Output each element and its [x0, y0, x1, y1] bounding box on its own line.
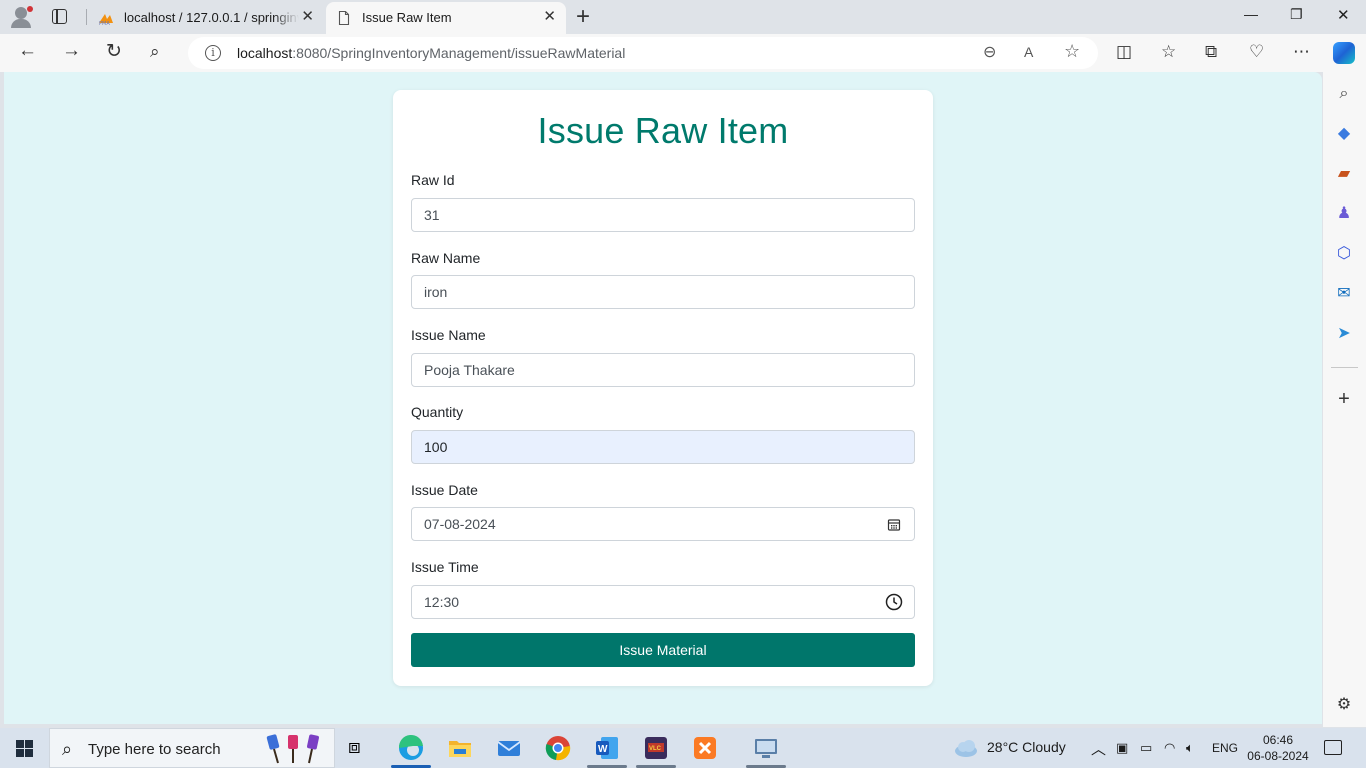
show-hidden-icons-chevron-icon[interactable]: ︿ — [1091, 738, 1106, 759]
issue-date-value: 07-08-2024 — [424, 516, 496, 532]
volume-icon[interactable]: 🔈︎ — [1186, 740, 1194, 756]
raw-id-value: 31 — [424, 207, 440, 223]
address-bar[interactable]: i localhost:8080/SpringInventoryManageme… — [188, 37, 1098, 69]
read-aloud-icon[interactable]: A — [1024, 44, 1033, 60]
battery-icon[interactable]: ▭ — [1140, 740, 1152, 756]
sidebar-search-icon[interactable]: ⌕ — [1335, 85, 1353, 103]
cloudy-weather-icon[interactable] — [953, 735, 979, 763]
sidebar-divider — [1331, 367, 1358, 368]
shopping-tag-icon[interactable]: ◆ — [1335, 125, 1353, 143]
issue-time-label: Issue Time — [411, 559, 479, 575]
clock-time: 06:46 — [1262, 733, 1294, 747]
site-info-icon[interactable]: i — [205, 45, 221, 61]
tab-separator — [86, 9, 87, 25]
remote-desktop-icon[interactable] — [752, 734, 780, 762]
restore-icon[interactable]: ❐ — [1290, 6, 1303, 23]
tab-title: Issue Raw Item — [362, 10, 452, 25]
weather-text[interactable]: 28°C Cloudy — [987, 739, 1066, 755]
raw-name-input[interactable]: iron — [411, 275, 915, 309]
svg-text:W: W — [598, 744, 608, 755]
issue-date-label: Issue Date — [411, 482, 478, 498]
issue-time-value: 12:30 — [424, 594, 460, 610]
copilot-icon[interactable] — [1333, 42, 1355, 64]
edge-browser-icon[interactable] — [397, 734, 425, 762]
more-menu-icon[interactable]: ⋯ — [1293, 42, 1310, 62]
tab-issue-raw-item[interactable]: Issue Raw Item ✕ — [326, 2, 566, 34]
favorites-icon[interactable]: ☆ — [1161, 42, 1176, 62]
quantity-label: Quantity — [411, 404, 464, 420]
address-url[interactable]: localhost:8080/SpringInventoryManagement… — [237, 45, 625, 61]
send-icon[interactable]: ➤ — [1335, 325, 1353, 343]
chrome-icon[interactable] — [544, 734, 572, 762]
tab-phpmyadmin[interactable]: PMA localhost / 127.0.0.1 / springinvent… — [88, 2, 324, 34]
raw-name-label: Raw Name — [411, 250, 481, 266]
search-highlight-image — [266, 734, 319, 764]
phpmyadmin-icon: PMA — [99, 14, 113, 26]
collections-icon[interactable]: ⧉ — [1205, 42, 1217, 62]
mail-icon[interactable] — [495, 734, 523, 762]
issue-date-input[interactable]: 07-08-2024 — [411, 507, 915, 541]
microsoft-365-icon[interactable]: ⬡ — [1335, 245, 1353, 263]
search-icon: ⌕ — [62, 739, 73, 759]
task-view-icon[interactable]: ⧈ — [348, 736, 376, 764]
game-app-icon[interactable]: VLC — [642, 734, 670, 762]
meet-now-icon[interactable]: ▣ — [1116, 740, 1128, 756]
word-icon[interactable]: W — [593, 734, 621, 762]
close-tab-icon[interactable]: ✕ — [301, 7, 314, 25]
outlook-icon[interactable]: ✉ — [1335, 285, 1353, 303]
raw-name-value: iron — [424, 284, 448, 300]
settings-gear-icon[interactable]: ⚙ — [1335, 696, 1353, 714]
games-icon[interactable]: ♟ — [1335, 205, 1353, 223]
browser-tab-bar: PMA localhost / 127.0.0.1 / springinvent… — [0, 0, 1366, 34]
windows-start-icon[interactable] — [16, 740, 33, 757]
calendar-icon[interactable] — [886, 517, 902, 533]
performance-icon[interactable]: ♡ — [1249, 42, 1264, 62]
svg-text:VLC: VLC — [649, 746, 662, 752]
wifi-icon[interactable]: ◠ — [1164, 740, 1175, 756]
add-sidebar-app-icon[interactable]: + — [1335, 389, 1353, 409]
close-tab-icon[interactable]: ✕ — [543, 7, 556, 25]
tab-title: localhost / 127.0.0.1 / springinventory — [124, 10, 299, 25]
zoom-out-icon[interactable]: ⊖ — [983, 42, 996, 62]
back-icon[interactable]: ← — [18, 40, 37, 62]
profile-icon[interactable] — [9, 6, 35, 28]
tools-icon[interactable]: ▰ — [1335, 165, 1353, 183]
clock-icon[interactable] — [885, 593, 903, 611]
minimize-icon[interactable]: — — [1244, 6, 1258, 22]
refresh-icon[interactable]: ↻ — [106, 40, 122, 63]
quantity-input[interactable]: 100 — [411, 430, 915, 464]
issue-time-input[interactable]: 12:30 — [411, 585, 915, 619]
issue-name-value: Pooja Thakare — [424, 362, 515, 378]
document-icon — [338, 10, 350, 26]
quantity-value: 100 — [424, 439, 448, 455]
windows-taskbar: ⌕ Type here to search ⧈ W VLC 28°C Cloud… — [0, 728, 1366, 768]
issue-material-button[interactable]: Issue Material — [411, 633, 915, 667]
xampp-icon[interactable] — [691, 734, 719, 762]
edge-sidebar: ⌕ ◆ ▰ ♟ ⬡ ✉ ➤ + ⚙ — [1323, 72, 1366, 727]
search-icon[interactable]: ⌕ — [150, 42, 160, 62]
page-viewport: Issue Raw Item Raw Id 31 Raw Name iron I… — [4, 72, 1322, 724]
file-explorer-icon[interactable] — [446, 734, 474, 762]
browser-toolbar: ← → ↻ ⌕ i localhost:8080/SpringInventory… — [0, 34, 1366, 72]
issue-name-input[interactable]: Pooja Thakare — [411, 353, 915, 387]
issue-form-card: Issue Raw Item Raw Id 31 Raw Name iron I… — [393, 90, 933, 686]
raw-id-input[interactable]: 31 — [411, 198, 915, 232]
split-screen-icon[interactable]: ◫ — [1116, 42, 1132, 62]
clock-date: 06-08-2024 — [1247, 749, 1309, 763]
raw-id-label: Raw Id — [411, 172, 455, 188]
search-placeholder: Type here to search — [88, 741, 221, 758]
tab-actions-icon[interactable] — [52, 9, 67, 24]
new-tab-icon[interactable]: + — [576, 3, 590, 31]
svg-text:PMA: PMA — [99, 21, 110, 26]
taskbar-clock[interactable]: 06:46 06-08-2024 — [1240, 732, 1316, 764]
page-title: Issue Raw Item — [537, 110, 789, 151]
close-window-icon[interactable]: ✕ — [1337, 6, 1350, 24]
issue-name-label: Issue Name — [411, 327, 486, 343]
favorite-star-icon[interactable]: ☆ — [1064, 41, 1080, 62]
taskbar-search-box[interactable]: ⌕ Type here to search — [49, 728, 335, 768]
language-indicator[interactable]: ENG — [1212, 741, 1238, 755]
notification-center-icon[interactable] — [1324, 740, 1342, 755]
forward-icon[interactable]: → — [62, 40, 81, 62]
